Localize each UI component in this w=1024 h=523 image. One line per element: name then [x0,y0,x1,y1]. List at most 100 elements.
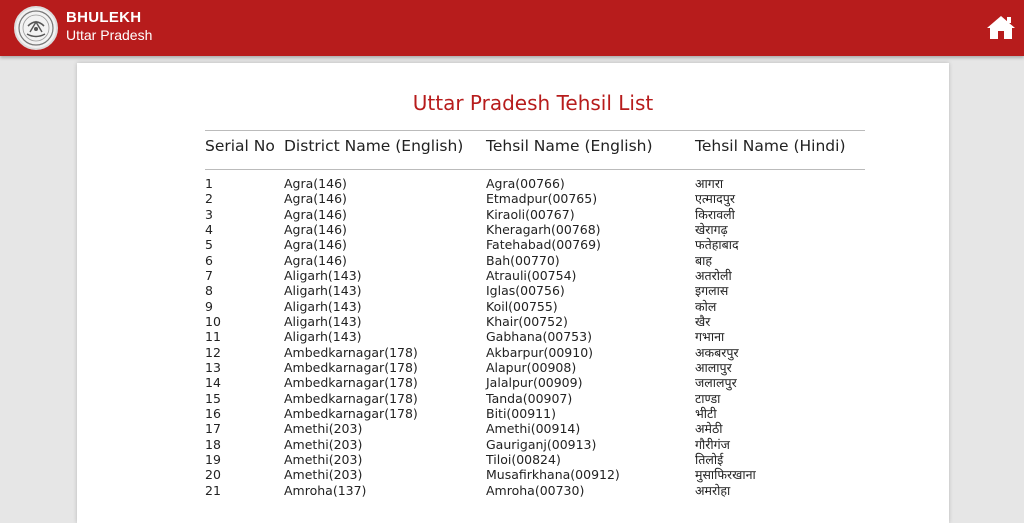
tehsil-hindi-cell: अमेठी [695,421,723,437]
serial-cell: 13 [205,359,221,375]
district-cell: Amethi(203) [284,467,363,483]
top-header-bar: BHULEKH Uttar Pradesh [0,0,1024,56]
table-top-divider [205,130,865,131]
table-row: 18 Amethi(203) Gauriganj(00913) गौरीगंज [77,437,949,452]
serial-cell: 20 [205,467,221,483]
tehsil-english-cell: Jalalpur(00909) [486,375,583,391]
column-header-tehsil-english: Tehsil Name (English) [486,137,653,155]
table-row: 4 Agra(146) Kheragarh(00768) खेरागढ़ [77,222,949,237]
serial-cell: 5 [205,237,213,253]
brand-title[interactable]: BHULEKH Uttar Pradesh [66,9,152,44]
brand-name: BHULEKH [66,9,142,26]
table-row: 21 Amroha(137) Amroha(00730) अमरोहा [77,483,949,498]
tehsil-hindi-cell: किरावली [695,206,735,222]
tehsil-hindi-cell: अकबरपुर [695,344,739,360]
up-govt-emblem-icon[interactable] [14,6,58,50]
table-row: 15 Ambedkarnagar(178) Tanda(00907) टाण्डा [77,391,949,406]
serial-cell: 2 [205,191,213,207]
table-row: 20 Amethi(203) Musafirkhana(00912) मुसाफिरख… [77,467,949,482]
tehsil-hindi-cell: खैर [695,313,711,329]
table-row: 8 Aligarh(143) Iglas(00756) इगलास [77,283,949,298]
page-title: Uttar Pradesh Tehsil List [412,91,654,115]
district-cell: Ambedkarnagar(178) [284,375,418,391]
tehsil-english-cell: Tiloi(00824) [486,451,561,467]
table-row: 13 Ambedkarnagar(178) Alapur(00908) आलापुर [77,360,949,375]
table-row: 5 Agra(146) Fatehabad(00769) फतेहाबाद [77,237,949,252]
content-card: Uttar Pradesh Tehsil List Serial No Dist… [77,63,949,523]
tehsil-hindi-cell: भीटी [695,405,717,421]
table-row: 1 Agra(146) Agra(00766) आगरा [77,176,949,191]
serial-cell: 7 [205,267,213,283]
serial-cell: 12 [205,344,221,360]
tehsil-english-cell: Koil(00755) [486,298,558,314]
district-cell: Agra(146) [284,206,347,222]
serial-cell: 18 [205,436,221,452]
serial-cell: 19 [205,451,221,467]
district-cell: Ambedkarnagar(178) [284,359,418,375]
tehsil-table-body: 1 Agra(146) Agra(00766) आगरा 2 Agra(146) Etmad… [77,176,949,498]
table-row: 17 Amethi(203) Amethi(00914) अमेठी [77,421,949,436]
table-row: 14 Ambedkarnagar(178) Jalalpur(00909) जलालप… [77,375,949,390]
district-cell: Amroha(137) [284,482,367,498]
tehsil-hindi-cell: आलापुर [695,359,732,375]
home-icon[interactable] [986,14,1016,40]
serial-cell: 10 [205,313,221,329]
tehsil-hindi-cell: आगरा [695,176,724,191]
brand-state: Uttar Pradesh [66,27,153,43]
tehsil-hindi-cell: जलालपुर [695,375,737,391]
tehsil-hindi-cell: अतरोली [695,267,732,283]
district-cell: Agra(146) [284,252,347,268]
serial-cell: 1 [205,176,213,191]
tehsil-english-cell: Kheragarh(00768) [486,221,601,237]
table-row: 3 Agra(146) Kiraoli(00767) किरावली [77,207,949,222]
tehsil-english-cell: Amethi(00914) [486,421,581,437]
serial-cell: 9 [205,298,213,314]
table-row: 12 Ambedkarnagar(178) Akbarpur(00910) अकबरप… [77,345,949,360]
district-cell: Amethi(203) [284,451,363,467]
tehsil-english-cell: Tanda(00907) [486,390,573,406]
district-cell: Agra(146) [284,221,347,237]
table-row: 19 Amethi(203) Tiloi(00824) तिलोई [77,452,949,467]
district-cell: Amethi(203) [284,436,363,452]
district-cell: Ambedkarnagar(178) [284,390,418,406]
serial-cell: 17 [205,421,221,437]
tehsil-english-cell: Gabhana(00753) [486,329,592,345]
district-cell: Aligarh(143) [284,313,362,329]
tehsil-hindi-cell: बाह [695,252,713,268]
serial-cell: 8 [205,283,213,299]
tehsil-hindi-cell: तिलोई [695,451,724,467]
tehsil-english-cell: Biti(00911) [486,405,556,421]
tehsil-english-cell: Khair(00752) [486,313,568,329]
tehsil-english-cell: Amroha(00730) [486,482,585,498]
tehsil-english-cell: Agra(00766) [486,176,565,191]
district-cell: Aligarh(143) [284,329,362,345]
table-row: 10 Aligarh(143) Khair(00752) खैर [77,314,949,329]
district-cell: Agra(146) [284,191,347,207]
tehsil-english-cell: Atrauli(00754) [486,267,577,283]
tehsil-hindi-cell: फतेहाबाद [695,237,739,253]
district-cell: Ambedkarnagar(178) [284,405,418,421]
serial-cell: 16 [205,405,221,421]
tehsil-hindi-cell: टाण्डा [695,390,721,406]
district-cell: Aligarh(143) [284,267,362,283]
column-header-tehsil-hindi: Tehsil Name (Hindi) [695,137,846,155]
district-cell: Agra(146) [284,176,347,191]
serial-cell: 4 [205,221,213,237]
tehsil-hindi-cell: अमरोहा [695,482,731,498]
table-row: 2 Agra(146) Etmadpur(00765) एत्मादपुर [77,191,949,206]
table-row: 6 Agra(146) Bah(00770) बाह [77,253,949,268]
column-header-serial: Serial No [205,137,275,155]
tehsil-hindi-cell: गौरीगंज [695,436,730,452]
tehsil-english-cell: Gauriganj(00913) [486,436,597,452]
tehsil-hindi-cell: खेरागढ़ [695,221,728,237]
table-row: 11 Aligarh(143) Gabhana(00753) गभाना [77,329,949,344]
serial-cell: 3 [205,206,213,222]
district-cell: Amethi(203) [284,421,363,437]
tehsil-english-cell: Akbarpur(00910) [486,344,594,360]
serial-cell: 21 [205,482,221,498]
tehsil-hindi-cell: एत्मादपुर [695,191,735,207]
tehsil-english-cell: Bah(00770) [486,252,560,268]
table-header-divider [205,169,865,170]
serial-cell: 11 [205,329,221,345]
table-row: 7 Aligarh(143) Atrauli(00754) अतरोली [77,268,949,283]
